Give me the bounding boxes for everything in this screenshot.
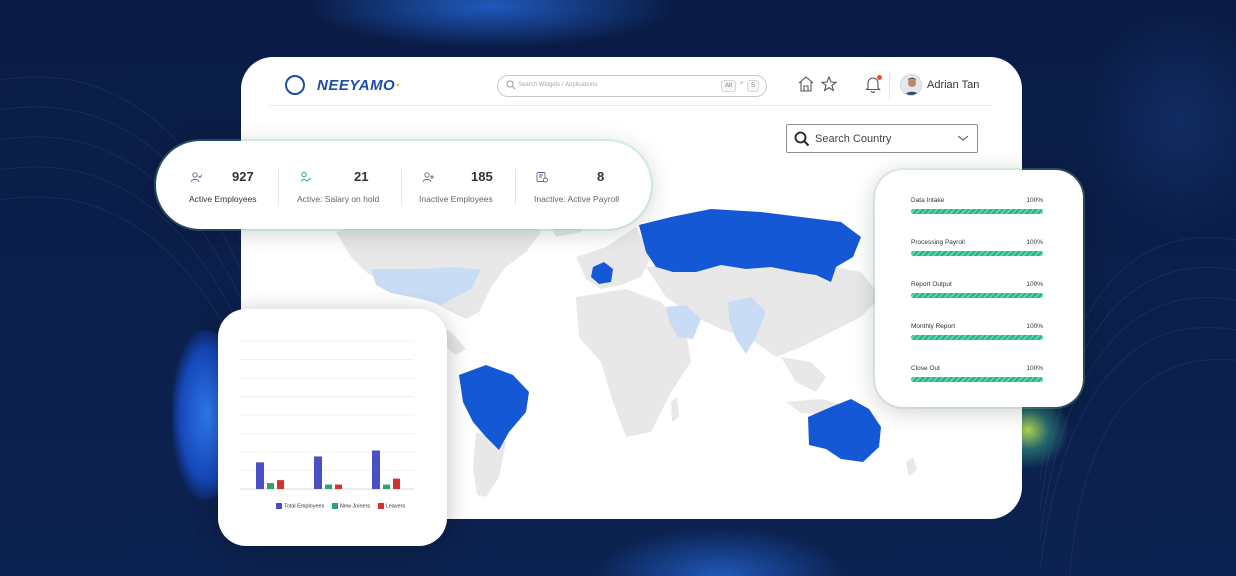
bar-new-joiners-1[interactable] (267, 483, 274, 489)
logo-icon (285, 75, 305, 95)
chart-legend: Total Employees New Joiners Leavers (276, 503, 411, 509)
progress-item-processing-payroll[interactable]: Processing Payroll 100% (911, 239, 1043, 259)
stat-inactive-employees[interactable]: 185 Inactive Employees (402, 141, 514, 229)
progress-percent: 100% (1026, 323, 1043, 330)
search-placeholder: Search Widgets / Applications (518, 82, 598, 88)
progress-bar (911, 209, 1043, 214)
map-new-zealand[interactable] (906, 457, 917, 477)
bar-leavers-3[interactable] (393, 478, 400, 489)
progress-percent: 100% (1026, 239, 1043, 246)
global-search-input[interactable]: Search Widgets / Applications Alt + S (497, 75, 767, 97)
progress-bar (911, 293, 1043, 298)
progress-item-data-intake[interactable]: Data Intake 100% (911, 197, 1043, 217)
notification-badge (877, 75, 882, 80)
map-madagascar[interactable] (671, 397, 679, 422)
stat-value: 21 (354, 169, 369, 184)
star-icon[interactable] (820, 75, 838, 93)
user-name[interactable]: Adrian Tan (927, 79, 979, 91)
progress-percent: 100% (1026, 281, 1043, 288)
map-southeast-asia[interactable] (781, 357, 826, 392)
salary-hold-icon (300, 171, 312, 182)
stat-label: Inactive Employees (419, 194, 493, 204)
legend-item-new-joiners[interactable]: New Joiners (331, 503, 370, 509)
shortcut-alt: Alt (721, 80, 737, 92)
stat-label: Active: Salary on hold (297, 194, 380, 204)
progress-percent: 100% (1026, 365, 1043, 372)
stat-salary-on-hold[interactable]: 21 Active: Salary on hold (279, 141, 401, 229)
shortcut-plus: + (740, 81, 744, 87)
legend-item-total-employees[interactable]: Total Employees (276, 503, 324, 509)
bar-new-joiners-3[interactable] (383, 484, 390, 489)
header-separator (269, 105, 992, 106)
bar-total-employees-1[interactable] (256, 462, 264, 489)
map-brazil[interactable] (459, 365, 529, 450)
bar-chart (240, 340, 414, 490)
shortcut-s: S (747, 80, 760, 92)
map-europe[interactable] (576, 227, 651, 289)
home-icon[interactable] (797, 75, 815, 93)
employee-bar-chart-card: Total Employees New Joiners Leavers (218, 309, 447, 546)
progress-label: Data Intake (911, 197, 945, 204)
brand-logo[interactable]: NEEYAMO· (317, 77, 401, 94)
bar-leavers-1[interactable] (277, 480, 284, 489)
progress-item-close-out[interactable]: Close Out 100% (911, 365, 1043, 385)
progress-label: Monthly Report (911, 323, 956, 330)
progress-bar (911, 377, 1043, 382)
stat-label: Active Employees (189, 194, 257, 204)
user-avatar-icon (904, 77, 920, 95)
stat-value: 927 (232, 169, 254, 184)
user-check-icon (190, 172, 202, 183)
chevron-down-icon (957, 135, 969, 141)
bar-new-joiners-2[interactable] (325, 484, 332, 489)
progress-label: Close Out (911, 365, 940, 372)
avatar[interactable] (900, 74, 922, 96)
employee-stats-card: 927 Active Employees 21 Active: Salary o… (156, 141, 651, 229)
payroll-progress-card: Data Intake 100% Processing Payroll 100%… (875, 170, 1083, 407)
progress-bar (911, 335, 1043, 340)
stat-value: 185 (471, 169, 493, 184)
country-search-select[interactable]: Search Country (786, 124, 978, 153)
bar-total-employees-3[interactable] (372, 450, 380, 489)
search-icon (794, 131, 810, 147)
progress-label: Report Output (911, 281, 952, 288)
progress-item-report-output[interactable]: Report Output 100% (911, 281, 1043, 301)
progress-item-monthly-report[interactable]: Monthly Report 100% (911, 323, 1043, 343)
payroll-icon (536, 172, 548, 183)
legend-item-leavers[interactable]: Leavers (377, 503, 405, 509)
search-icon (506, 80, 516, 90)
stat-inactive-active-payroll[interactable]: 8 Inactive: Active Payroll (516, 141, 646, 229)
header-divider (889, 71, 890, 99)
progress-label: Processing Payroll (911, 239, 965, 246)
user-plus-icon (422, 172, 434, 183)
bar-total-employees-2[interactable] (314, 456, 322, 489)
progress-percent: 100% (1026, 197, 1043, 204)
stat-active-employees[interactable]: 927 Active Employees (156, 141, 278, 229)
bar-leavers-2[interactable] (335, 484, 342, 489)
stat-label: Inactive: Active Payroll (534, 194, 620, 204)
country-search-label: Search Country (815, 133, 892, 145)
progress-bar (911, 251, 1043, 256)
stat-value: 8 (597, 169, 605, 184)
top-bar: NEEYAMO· Search Widgets / Applications A… (241, 57, 1022, 107)
